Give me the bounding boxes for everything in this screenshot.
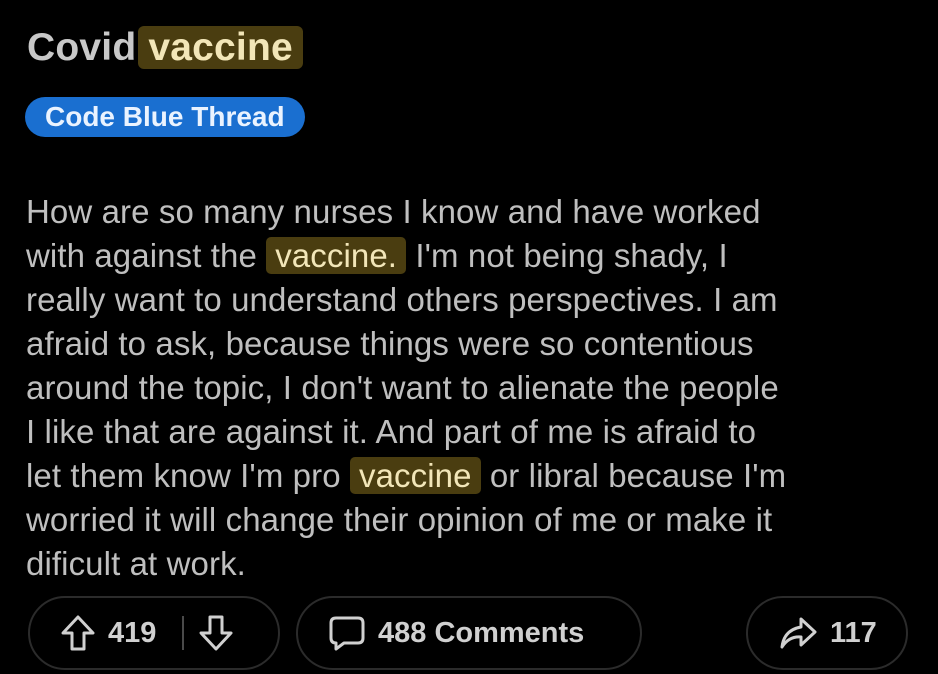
comments-label: 488 Comments	[378, 616, 585, 649]
search-highlight: vaccine.	[266, 237, 407, 274]
post-body: How are so many nurses I know and have w…	[26, 190, 926, 586]
share-button[interactable]: 117	[746, 596, 908, 670]
vote-control: 419	[28, 596, 280, 670]
post-card: Covid vaccine Code Blue Thread How are so…	[0, 0, 938, 674]
speech-bubble-icon	[328, 614, 366, 652]
body-line: let them know I'm pro vaccine or libral …	[26, 457, 787, 494]
body-line: worried it will change their opinion of …	[26, 501, 773, 538]
body-line: afraid to ask, because things were so co…	[26, 325, 754, 362]
upvote-count: 419	[108, 616, 157, 649]
arrow-down-icon[interactable]	[198, 614, 234, 652]
post-title[interactable]: Covid vaccine	[27, 20, 303, 76]
body-line: How are so many nurses I know and have w…	[26, 193, 761, 230]
arrow-up-icon[interactable]	[60, 614, 96, 652]
body-line: dificult at work.	[26, 545, 246, 582]
share-count: 117	[830, 616, 877, 649]
post-flair[interactable]: Code Blue Thread	[25, 97, 305, 137]
share-arrow-icon	[778, 615, 818, 651]
body-line: I like that are against it. And part of …	[26, 413, 757, 450]
search-highlight: vaccine	[138, 26, 303, 69]
body-line: with against the vaccine. I'm not being …	[26, 237, 728, 274]
post-action-bar: 419 488 Comments 117	[0, 596, 938, 672]
search-highlight: vaccine	[349, 457, 481, 494]
comments-button[interactable]: 488 Comments	[296, 596, 642, 670]
title-text: Covid	[27, 26, 137, 69]
body-line: really want to understand others perspec…	[26, 281, 778, 318]
body-line: around the topic, I don't want to aliena…	[26, 369, 779, 406]
vote-divider	[182, 616, 185, 650]
